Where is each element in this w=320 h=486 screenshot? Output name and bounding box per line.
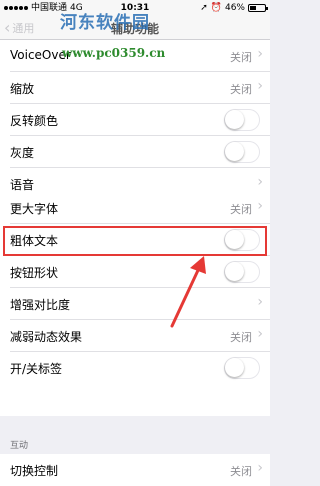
row-label: 开/关标签 — [10, 362, 63, 376]
row-voiceover[interactable]: VoiceOver 关闭 › — [0, 40, 270, 72]
status-right: ➚ ⏰ 46% — [200, 0, 268, 16]
on-off-labels-toggle[interactable] — [224, 357, 260, 379]
row-label: VoiceOver — [10, 48, 71, 62]
row-label: 更大字体 — [10, 202, 59, 216]
chevron-right-icon: › — [257, 198, 263, 214]
chevron-right-icon: › — [257, 174, 263, 190]
location-icon: ➚ — [200, 3, 208, 13]
chevron-right-icon: › — [257, 326, 263, 342]
page-title: 辅助功能 — [110, 22, 159, 36]
row-label: 灰度 — [10, 146, 35, 160]
row-label: 按钮形状 — [10, 266, 59, 280]
row-value: 关闭 — [230, 203, 252, 216]
row-label: 切换控制 — [10, 464, 59, 478]
row-button-shapes: 按钮形状 — [0, 256, 270, 288]
row-label: 粗体文本 — [10, 234, 59, 248]
navigation-bar: ‹ 通用 辅助功能 — [0, 16, 270, 40]
row-value: 关闭 — [230, 83, 252, 96]
invert-colors-toggle[interactable] — [224, 109, 260, 131]
row-switch-control[interactable]: 切换控制 关闭 › — [0, 454, 270, 486]
battery-percent: 46% — [224, 3, 245, 13]
row-larger-text[interactable]: 更大字体 关闭 › — [0, 192, 270, 224]
row-label: 增强对比度 — [10, 298, 71, 312]
chevron-right-icon: › — [257, 46, 263, 62]
battery-icon — [248, 4, 268, 12]
row-increase-contrast[interactable]: 增强对比度 › — [0, 288, 270, 320]
chevron-right-icon: › — [257, 460, 263, 476]
row-label: 反转颜色 — [10, 114, 59, 128]
chevron-right-icon: › — [257, 294, 263, 310]
row-invert-colors: 反转颜色 — [0, 104, 270, 136]
row-grayscale: 灰度 — [0, 136, 270, 168]
settings-group-interaction: 切换控制 关闭 › — [0, 454, 270, 486]
row-reduce-motion[interactable]: 减弱动态效果 关闭 › — [0, 320, 270, 352]
status-bar: 中国联通 4G 10:31 ➚ ⏰ 46% — [0, 0, 270, 16]
settings-group-text: 更大字体 关闭 › 粗体文本 按钮形状 增强对比度 › 减弱动态效果 关闭 › … — [0, 192, 270, 416]
row-label: 缩放 — [10, 82, 35, 96]
settings-group-vision: VoiceOver 关闭 › 缩放 关闭 › 反转颜色 灰度 语音 › — [0, 40, 270, 200]
row-label: 语音 — [10, 178, 35, 192]
section-header-interaction: 互动 — [10, 441, 29, 451]
row-value: 关闭 — [230, 465, 252, 478]
row-zoom[interactable]: 缩放 关闭 › — [0, 72, 270, 104]
row-value: 关闭 — [230, 331, 252, 344]
row-bold-text: 粗体文本 — [0, 224, 270, 256]
chevron-right-icon: › — [257, 78, 263, 94]
row-label: 减弱动态效果 — [10, 330, 83, 344]
row-value: 关闭 — [230, 51, 252, 64]
grayscale-toggle[interactable] — [224, 141, 260, 163]
bold-text-toggle[interactable] — [224, 229, 260, 251]
row-on-off-labels: 开/关标签 — [0, 352, 270, 384]
alarm-icon: ⏰ — [210, 3, 222, 13]
button-shapes-toggle[interactable] — [224, 261, 260, 283]
